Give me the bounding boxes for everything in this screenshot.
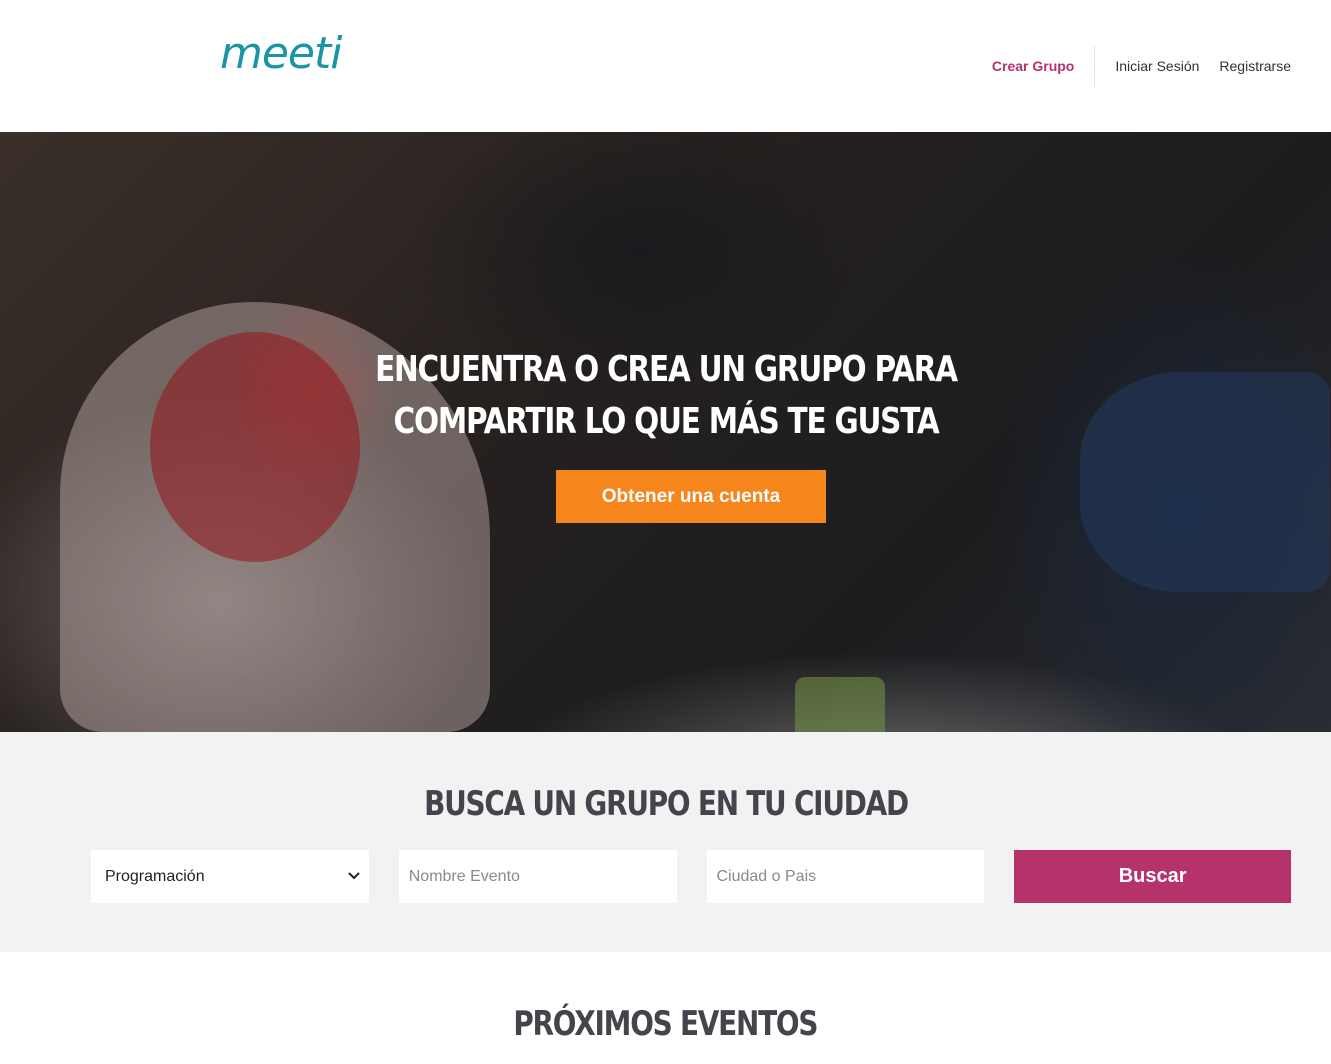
main-nav: Crear Grupo Iniciar Sesión Registrarse bbox=[992, 46, 1291, 86]
search-button[interactable]: Buscar bbox=[1014, 850, 1291, 903]
category-select-value: Programación bbox=[105, 867, 205, 885]
search-form: Programación Buscar bbox=[91, 850, 1291, 903]
login-link[interactable]: Iniciar Sesión bbox=[1115, 58, 1199, 74]
hero-title: Encuentra o crea un grupo para compartir… bbox=[374, 349, 958, 442]
search-title-text: Busca un grupo en tu ciudad bbox=[423, 784, 909, 824]
get-account-button[interactable]: Obtener una cuenta bbox=[556, 470, 826, 523]
events-title: Próximos Eventos bbox=[0, 1004, 1331, 1044]
chevron-down-icon bbox=[348, 872, 360, 880]
register-link[interactable]: Registrarse bbox=[1219, 58, 1291, 74]
create-group-link[interactable]: Crear Grupo bbox=[992, 58, 1094, 74]
category-select[interactable]: Programación bbox=[91, 850, 369, 903]
logo[interactable]: meeti bbox=[220, 28, 342, 79]
location-input[interactable] bbox=[706, 850, 985, 903]
hero-section: Encuentra o crea un grupo para compartir… bbox=[0, 132, 1331, 732]
search-title: Busca un grupo en tu ciudad bbox=[0, 784, 1331, 824]
site-header: meeti Crear Grupo Iniciar Sesión Registr… bbox=[0, 0, 1331, 132]
nav-divider bbox=[1094, 46, 1096, 86]
events-section: Próximos Eventos bbox=[0, 952, 1331, 1064]
event-name-input[interactable] bbox=[398, 850, 677, 903]
search-section: Busca un grupo en tu ciudad Programación… bbox=[0, 732, 1331, 952]
events-title-text: Próximos Eventos bbox=[513, 1004, 819, 1044]
hero-background-cup bbox=[795, 677, 885, 732]
hero-content: Encuentra o crea un grupo para compartir… bbox=[0, 344, 1331, 523]
